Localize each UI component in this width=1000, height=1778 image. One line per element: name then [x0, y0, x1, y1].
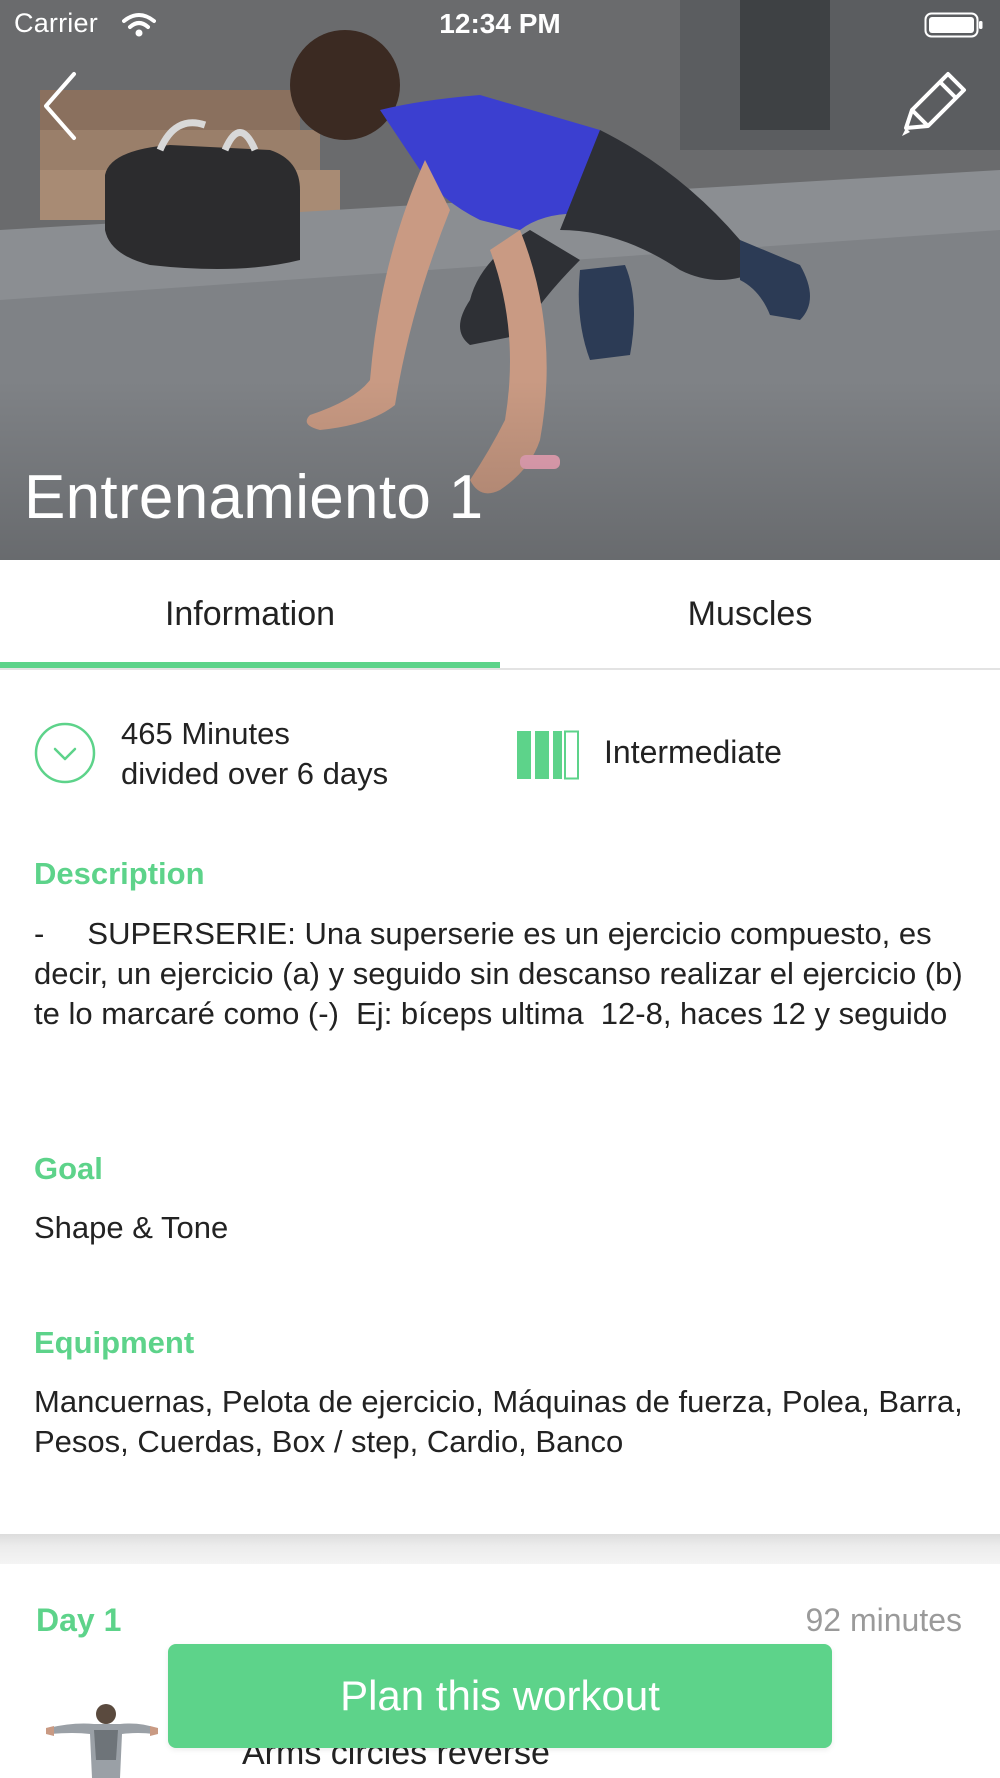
back-button[interactable] — [30, 66, 90, 146]
pencil-icon — [902, 72, 966, 136]
chevron-down-circle-icon — [34, 722, 96, 784]
edit-button[interactable] — [892, 66, 972, 146]
tab-muscles[interactable]: Muscles — [500, 560, 1000, 668]
workout-title: Entrenamiento 1 — [24, 463, 484, 532]
workout-detail-screen: Carrier 12:34 PM Entrenamiento 1 Informa… — [0, 0, 1000, 1778]
plan-workout-button[interactable]: Plan this workout — [168, 1644, 832, 1748]
tab-bar: Information Muscles — [0, 560, 1000, 670]
status-time: 12:34 PM — [439, 8, 561, 39]
duration-minutes: 465 Minutes — [121, 716, 290, 751]
chevron-left-icon — [44, 72, 76, 140]
exercise-thumbnail[interactable] — [44, 1690, 160, 1778]
equipment-text: Mancuernas, Pelota de ejercicio, Máquina… — [34, 1384, 972, 1459]
status-bar: Carrier 12:34 PM — [0, 0, 1000, 50]
duration-days: divided over 6 days — [121, 756, 389, 791]
hero-image: Carrier 12:34 PM Entrenamiento 1 — [0, 0, 1000, 560]
description-text: - SUPERSERIE: Una superserie es un ejerc… — [34, 916, 972, 1031]
day-duration: 92 minutes — [805, 1602, 962, 1638]
level-bars-icon — [517, 730, 579, 780]
day-title: Day 1 — [36, 1602, 122, 1638]
goal-text: Shape & Tone — [34, 1210, 229, 1245]
section-divider — [0, 1534, 1000, 1564]
tab-information[interactable]: Information — [0, 560, 500, 668]
battery-icon — [924, 12, 983, 38]
goal-heading: Goal — [34, 1151, 103, 1186]
description-heading: Description — [34, 856, 205, 891]
difficulty-level: Intermediate — [604, 734, 782, 770]
tab-selected-indicator — [0, 662, 500, 668]
duration-summary: 465 Minutes divided over 6 days — [121, 714, 388, 794]
equipment-heading: Equipment — [34, 1325, 195, 1360]
